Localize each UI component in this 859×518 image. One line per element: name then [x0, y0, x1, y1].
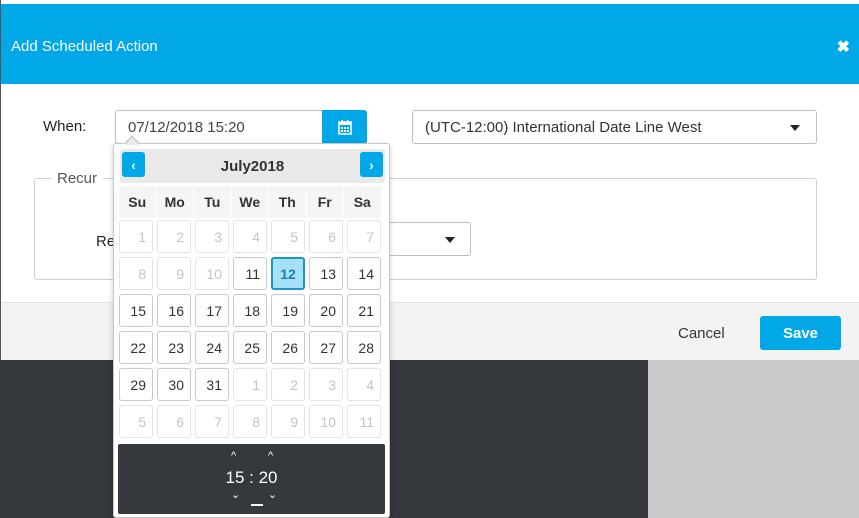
- weekday-header: Su Mo Tu We Th Fr Sa: [118, 186, 381, 218]
- day-cell: 10: [195, 257, 229, 290]
- day-cell: 1: [233, 368, 267, 401]
- day-cell[interactable]: 22: [119, 331, 153, 364]
- cancel-button[interactable]: Cancel: [678, 325, 725, 342]
- calendar-icon: [337, 119, 352, 135]
- weekday-label: We: [230, 186, 268, 218]
- day-cell[interactable]: 24: [195, 331, 229, 364]
- close-icon[interactable]: ✖: [837, 40, 850, 56]
- weekday-label: Fr: [305, 186, 343, 218]
- day-cell: 11: [347, 405, 381, 438]
- month-year-label[interactable]: July2018: [120, 158, 385, 175]
- day-cell[interactable]: 28: [347, 331, 381, 364]
- day-cell: 7: [195, 405, 229, 438]
- day-cell[interactable]: 13: [309, 257, 343, 290]
- day-cell[interactable]: 23: [157, 331, 191, 364]
- day-cell: 4: [347, 368, 381, 401]
- timezone-select[interactable]: (UTC-12:00) International Date Line West: [412, 110, 817, 144]
- day-cell: 10: [309, 405, 343, 438]
- datepicker-pointer-inner: [125, 137, 139, 145]
- day-cell[interactable]: 30: [157, 368, 191, 401]
- hour-down-icon[interactable]: ⌄: [231, 488, 240, 501]
- save-button[interactable]: Save: [760, 316, 841, 350]
- day-cell: 8: [119, 257, 153, 290]
- timezone-selected-value: (UTC-12:00) International Date Line West: [425, 119, 702, 136]
- day-cell: 6: [309, 220, 343, 253]
- day-cell: 9: [271, 405, 305, 438]
- day-cell[interactable]: 21: [347, 294, 381, 327]
- day-cell[interactable]: 26: [271, 331, 305, 364]
- day-cell[interactable]: 18: [233, 294, 267, 327]
- day-cell: 8: [233, 405, 267, 438]
- datepicker-popup: ‹ July2018 › Su Mo Tu We Th Fr Sa 123456…: [113, 143, 390, 518]
- day-cell: 9: [157, 257, 191, 290]
- weekday-label: Mo: [155, 186, 193, 218]
- next-month-button[interactable]: ›: [360, 152, 383, 177]
- day-cell: 1: [119, 220, 153, 253]
- day-cell[interactable]: 25: [233, 331, 267, 364]
- weekday-label: Sa: [343, 186, 381, 218]
- time-picker: ^ ^ 15 : 20 ⌄ ⌄: [118, 444, 385, 514]
- chevron-right-icon: ›: [369, 156, 374, 173]
- day-cell[interactable]: 14: [347, 257, 381, 290]
- open-calendar-button[interactable]: [322, 110, 367, 144]
- day-cell: 3: [195, 220, 229, 253]
- datetime-input[interactable]: [115, 110, 323, 144]
- minute-down-icon[interactable]: ⌄: [268, 488, 277, 501]
- day-cell[interactable]: 31: [195, 368, 229, 401]
- day-cell[interactable]: 11: [233, 257, 267, 290]
- day-grid: 1 2 3 4 5 6 7 8 9 10 11 12 13 14 15 16 17 18 19 20 21 22 23 24 2…: [119, 220, 385, 438]
- when-label: When:: [43, 118, 87, 135]
- day-cell[interactable]: 16: [157, 294, 191, 327]
- weekday-label: Th: [268, 186, 306, 218]
- day-cell: 5: [271, 220, 305, 253]
- day-cell: 2: [157, 220, 191, 253]
- hour-up-icon[interactable]: ^: [231, 450, 236, 462]
- day-cell: 7: [347, 220, 381, 253]
- recurrence-legend: Recur: [51, 170, 104, 187]
- weekday-label: Su: [118, 186, 156, 218]
- weekday-label: Tu: [193, 186, 231, 218]
- day-cell[interactable]: 27: [309, 331, 343, 364]
- day-cell[interactable]: 17: [195, 294, 229, 327]
- dialog-header: Add Scheduled Action ✖: [1, 4, 859, 84]
- modal-backdrop-light: [648, 360, 859, 518]
- day-cell: 6: [157, 405, 191, 438]
- dialog-title: Add Scheduled Action: [11, 38, 158, 55]
- datepicker-header: ‹ July2018 ›: [120, 149, 385, 183]
- day-cell[interactable]: 29: [119, 368, 153, 401]
- day-cell: 5: [119, 405, 153, 438]
- day-cell[interactable]: 15: [119, 294, 153, 327]
- day-cell-selected[interactable]: 12: [271, 257, 305, 290]
- day-cell[interactable]: 20: [309, 294, 343, 327]
- day-cell[interactable]: 19: [271, 294, 305, 327]
- minute-up-icon[interactable]: ^: [268, 450, 273, 462]
- timezone-chevron-down-icon: [790, 125, 800, 131]
- time-display: 15 : 20: [225, 468, 278, 487]
- day-cell: 3: [309, 368, 343, 401]
- repeat-chevron-down-icon: [445, 237, 455, 243]
- time-separator-underline: [251, 504, 263, 506]
- day-cell: 4: [233, 220, 267, 253]
- day-cell: 2: [271, 368, 305, 401]
